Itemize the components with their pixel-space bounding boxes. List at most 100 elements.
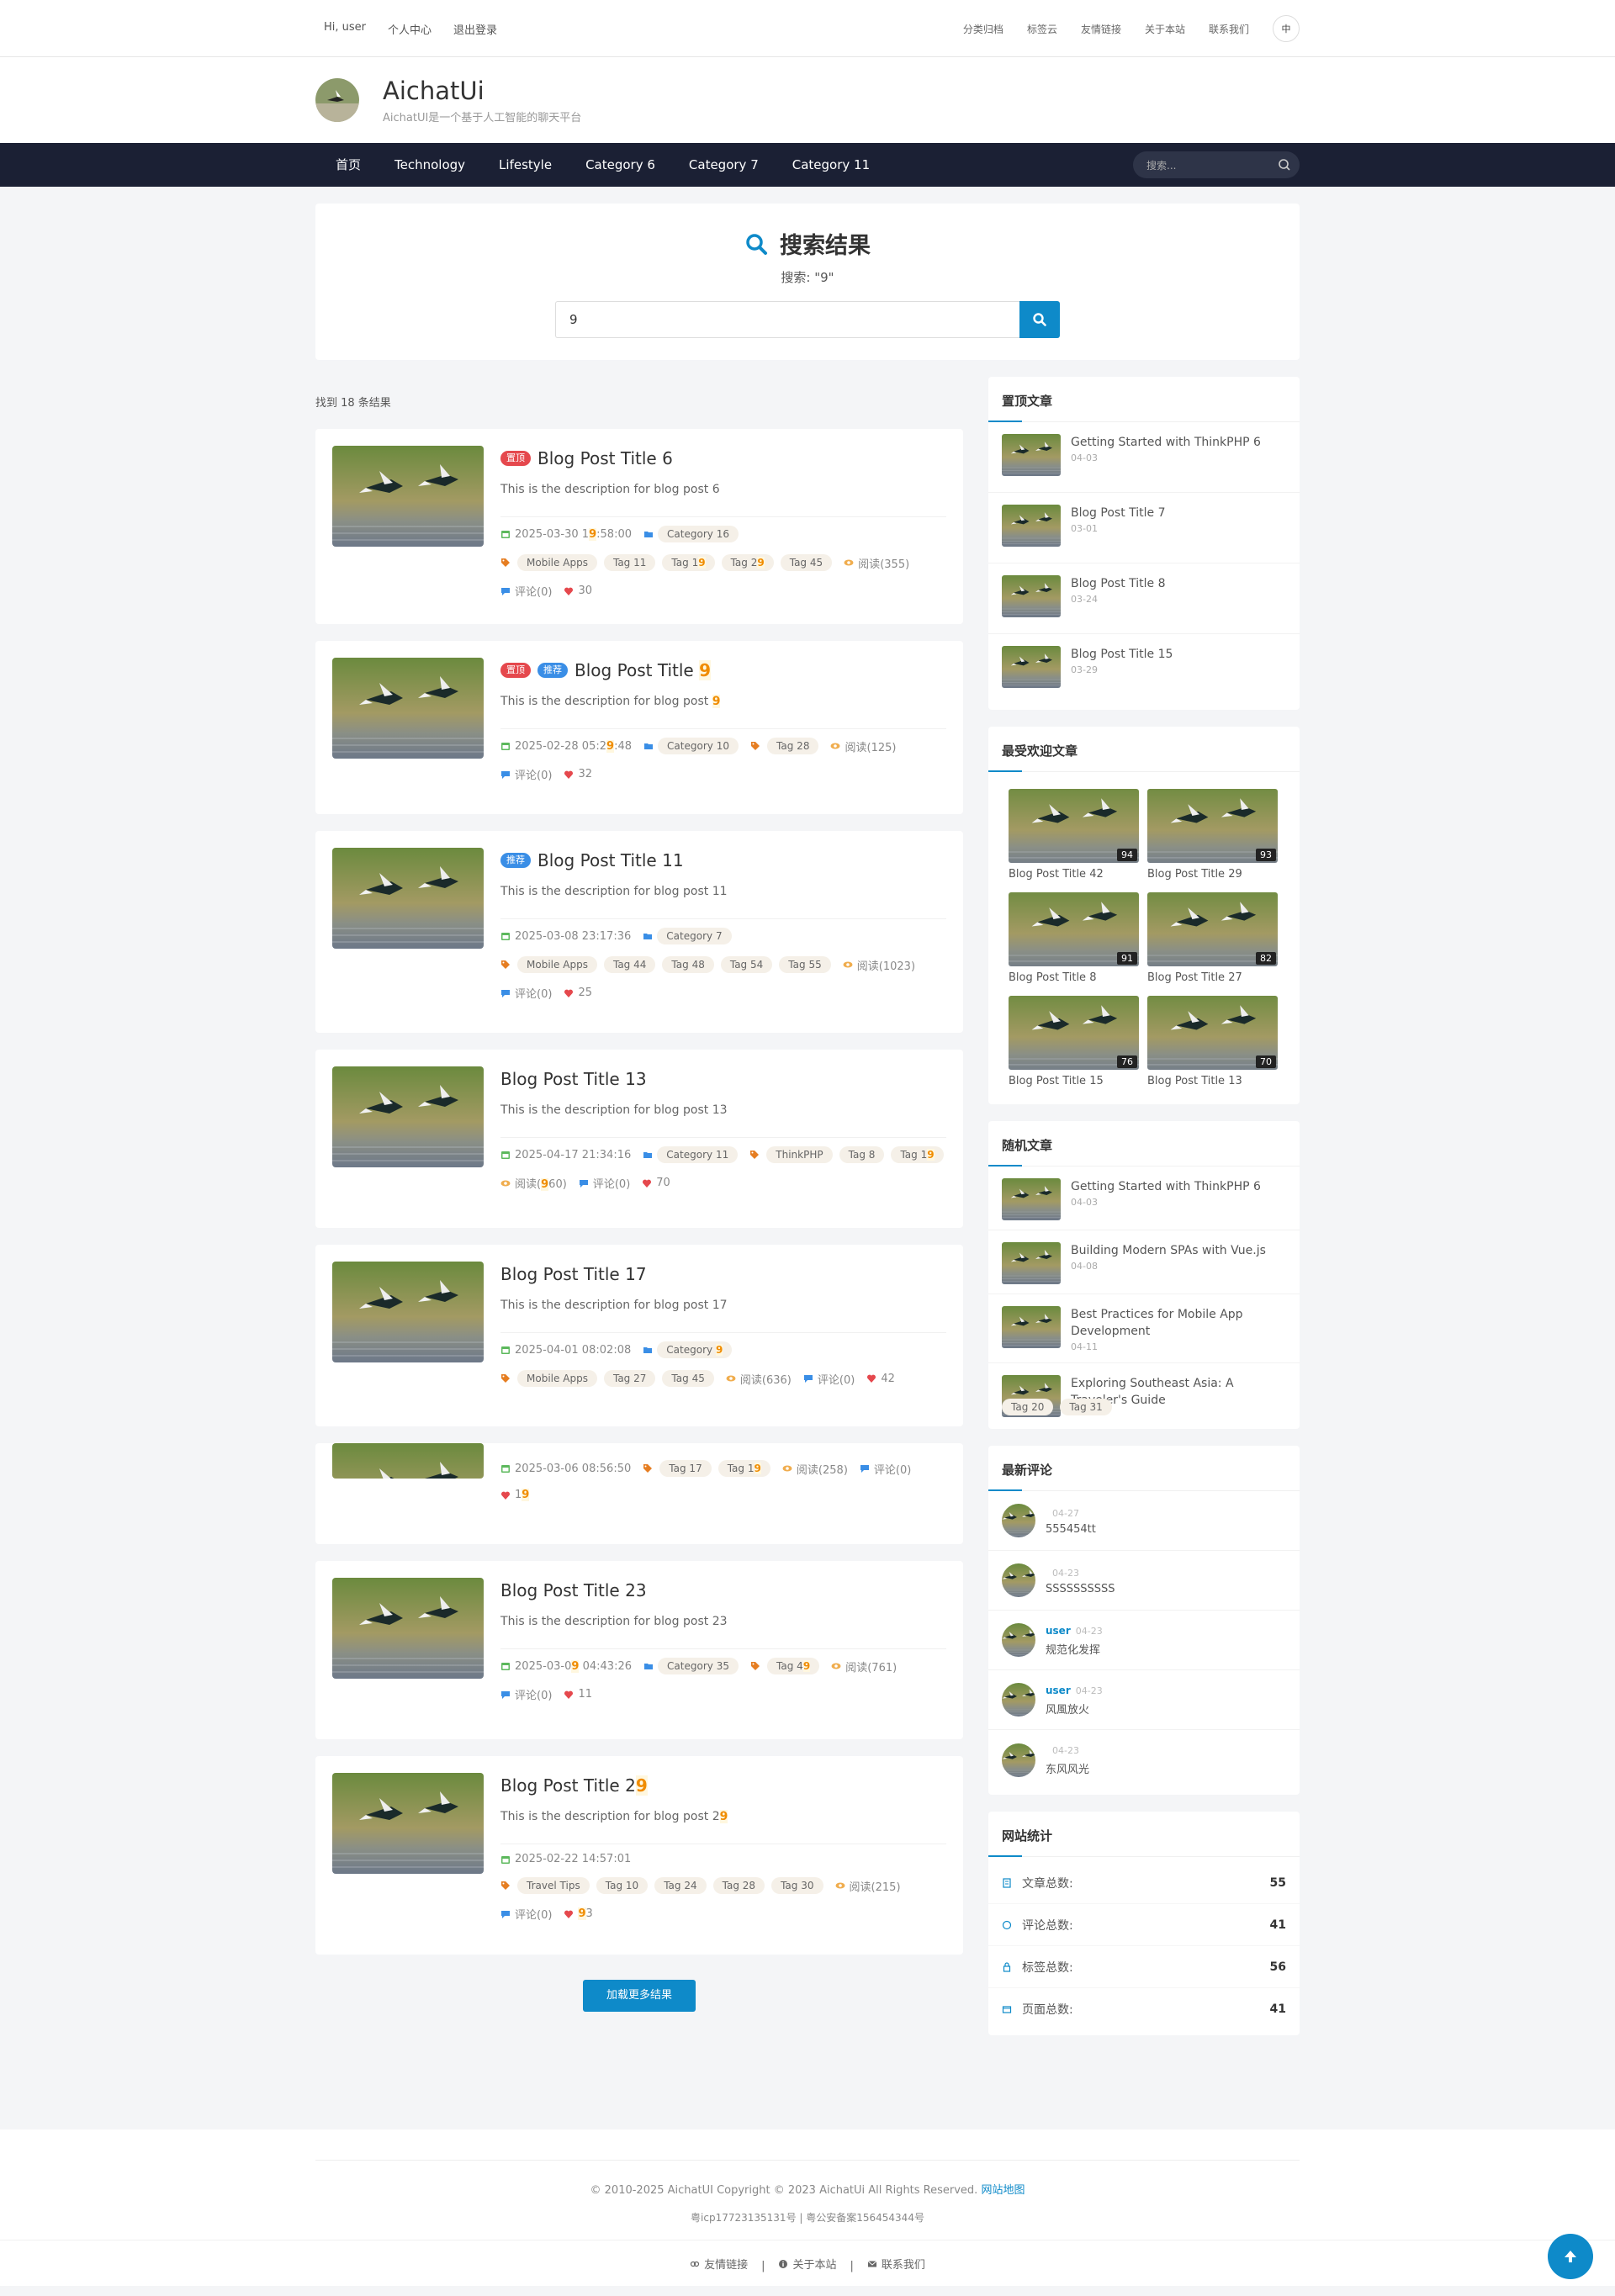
site-title[interactable]: AichatUi	[383, 77, 581, 105]
post-likes[interactable]: 19	[500, 1489, 530, 1501]
pinned-title[interactable]: Blog Post Title 8	[1071, 575, 1166, 592]
category-label[interactable]: Category 10	[658, 738, 739, 754]
popular-title[interactable]: Blog Post Title 42	[1009, 868, 1139, 881]
pinned-title[interactable]: Blog Post Title 7	[1071, 505, 1166, 521]
comment-text[interactable]: 东风风光	[1046, 1760, 1089, 1776]
post-views[interactable]: 阅读(1023)	[843, 957, 915, 973]
post-date-text[interactable]: 2025-04-17 21:34:16	[515, 1149, 631, 1161]
post-views-text[interactable]: 阅读(1023)	[857, 957, 915, 973]
random-thumbnail[interactable]	[1002, 1178, 1061, 1220]
post-comments[interactable]: 评论(0)	[500, 1686, 552, 1702]
comment-item[interactable]: 04-27 555454tt	[988, 1491, 1300, 1551]
post-date[interactable]: 2025-03-08 23:17:36	[500, 930, 631, 943]
post-views[interactable]: 阅读(960)	[500, 1175, 567, 1191]
popular-title[interactable]: Blog Post Title 15	[1009, 1075, 1139, 1087]
top-link-2[interactable]: 退出登录	[453, 21, 497, 37]
category-label[interactable]: Category 35	[658, 1658, 739, 1674]
post-thumbnail[interactable]	[332, 848, 484, 949]
post-category[interactable]: Category 10	[643, 738, 739, 754]
post-date-text[interactable]: 2025-02-28 05:29:48	[515, 739, 632, 753]
comment-item[interactable]: 04-23 SSSSSSSSSS	[988, 1551, 1300, 1611]
category-label[interactable]: Category 7	[657, 928, 732, 944]
top-right-link-4[interactable]: 联系我们	[1209, 22, 1249, 36]
category-label[interactable]: Category 11	[657, 1146, 739, 1163]
comment-text[interactable]: 规范化发挥	[1046, 1641, 1103, 1657]
pinned-item[interactable]: Blog Post Title 8 03-24	[988, 563, 1300, 634]
post-thumbnail[interactable]	[332, 1262, 484, 1362]
post-comments-text[interactable]: 评论(0)	[515, 583, 552, 599]
post-likes-text[interactable]: 93	[578, 1907, 593, 1920]
pinned-item[interactable]: Getting Started with ThinkPHP 6 04-03	[988, 422, 1300, 493]
post-title[interactable]: Blog Post Title 29	[500, 1773, 946, 1798]
post-thumbnail[interactable]	[332, 1578, 484, 1679]
nav-item-2[interactable]: Lifestyle	[482, 143, 569, 187]
site-logo[interactable]	[315, 78, 359, 122]
post-views[interactable]: 阅读(125)	[830, 738, 896, 754]
post-views[interactable]: 阅读(636)	[726, 1371, 792, 1387]
post-thumbnail[interactable]	[332, 1066, 484, 1167]
comment-text[interactable]: SSSSSSSSSS	[1046, 1583, 1115, 1595]
pinned-item[interactable]: Blog Post Title 7 03-01	[988, 493, 1300, 563]
popular-thumbnail[interactable]: 94	[1009, 789, 1139, 863]
post-likes[interactable]: 25	[564, 987, 592, 999]
random-item[interactable]: Getting Started with ThinkPHP 6 04-03	[988, 1167, 1300, 1230]
tag-chip[interactable]: Mobile Apps	[517, 554, 597, 571]
post-views-text[interactable]: 阅读(355)	[858, 555, 909, 571]
comment-text[interactable]: 风風放火	[1046, 1701, 1103, 1717]
post-date-text[interactable]: 2025-03-08 23:17:36	[515, 930, 631, 943]
random-tag-chip[interactable]: Tag 20	[1002, 1399, 1054, 1415]
popular-item[interactable]: 82 Blog Post Title 27	[1147, 892, 1278, 984]
post-date-text[interactable]: 2025-03-06 08:56:50	[515, 1463, 631, 1475]
post-comments-text[interactable]: 评论(0)	[515, 766, 552, 782]
post-thumbnail[interactable]	[332, 446, 484, 547]
tag-chip[interactable]: Tag 29	[721, 554, 774, 571]
post-views-text[interactable]: 阅读(636)	[740, 1371, 792, 1387]
post-likes[interactable]: 93	[564, 1907, 593, 1920]
footer-link-text[interactable]: 友情链接	[704, 2256, 748, 2272]
post-comments-text[interactable]: 评论(0)	[515, 1906, 552, 1922]
random-tag-chip[interactable]: Tag 31	[1060, 1399, 1112, 1415]
random-title[interactable]: Best Practices for Mobile App Developmen…	[1071, 1306, 1289, 1340]
post-likes-text[interactable]: 19	[515, 1489, 530, 1501]
popular-title[interactable]: Blog Post Title 29	[1147, 868, 1278, 881]
post-views[interactable]: 阅读(761)	[831, 1659, 897, 1674]
post-date[interactable]: 2025-03-06 08:56:50	[500, 1463, 631, 1475]
top-link-1[interactable]: 个人中心	[388, 21, 432, 37]
comment-user[interactable]: user	[1046, 1625, 1071, 1637]
post-title-text[interactable]: Blog Post Title 23	[500, 1580, 647, 1600]
post-thumbnail[interactable]	[332, 1773, 484, 1874]
post-thumbnail[interactable]	[332, 658, 484, 759]
comment-user[interactable]: user	[1046, 1685, 1071, 1696]
random-thumbnail[interactable]	[1002, 1306, 1061, 1348]
popular-title[interactable]: Blog Post Title 13	[1147, 1075, 1278, 1087]
comment-item[interactable]: user 04-23 规范化发挥	[988, 1611, 1300, 1670]
post-date-text[interactable]: 2025-04-01 08:02:08	[515, 1344, 631, 1357]
popular-title[interactable]: Blog Post Title 8	[1009, 971, 1139, 984]
tag-chip[interactable]: Tag 55	[779, 956, 831, 973]
post-title-text[interactable]: Blog Post Title 13	[500, 1069, 647, 1089]
post-date[interactable]: 2025-02-22 14:57:01	[500, 1853, 631, 1865]
tag-chip[interactable]: Tag 28	[767, 738, 819, 754]
post-category[interactable]: Category 7	[643, 928, 732, 944]
popular-item[interactable]: 76 Blog Post Title 15	[1009, 996, 1139, 1087]
popular-title[interactable]: Blog Post Title 27	[1147, 971, 1278, 984]
sitemap-link[interactable]: 网站地图	[981, 2184, 1025, 2197]
post-comments[interactable]: 评论(0)	[860, 1461, 911, 1477]
tag-chip[interactable]: Travel Tips	[517, 1877, 590, 1894]
post-comments-text[interactable]: 评论(0)	[515, 1686, 552, 1702]
post-comments[interactable]: 评论(0)	[500, 766, 552, 782]
post-title-text[interactable]: Blog Post Title 29	[500, 1775, 648, 1796]
nav-item-3[interactable]: Category 6	[569, 143, 672, 187]
tag-chip[interactable]: Tag 54	[720, 956, 773, 973]
tag-chip[interactable]: Tag 44	[603, 956, 656, 973]
tag-chip[interactable]: Tag 19	[662, 554, 715, 571]
back-to-top-button[interactable]	[1548, 2234, 1593, 2279]
load-more-button[interactable]: 加载更多结果	[583, 1980, 696, 2012]
post-views-text[interactable]: 阅读(125)	[845, 738, 896, 754]
post-likes[interactable]: 11	[564, 1688, 592, 1701]
top-right-link-0[interactable]: 分类归档	[963, 22, 1003, 36]
post-likes-text[interactable]: 25	[578, 987, 592, 999]
post-views[interactable]: 阅读(258)	[782, 1461, 848, 1477]
top-right-link-2[interactable]: 友情链接	[1081, 22, 1121, 36]
post-views-text[interactable]: 阅读(258)	[797, 1461, 848, 1477]
